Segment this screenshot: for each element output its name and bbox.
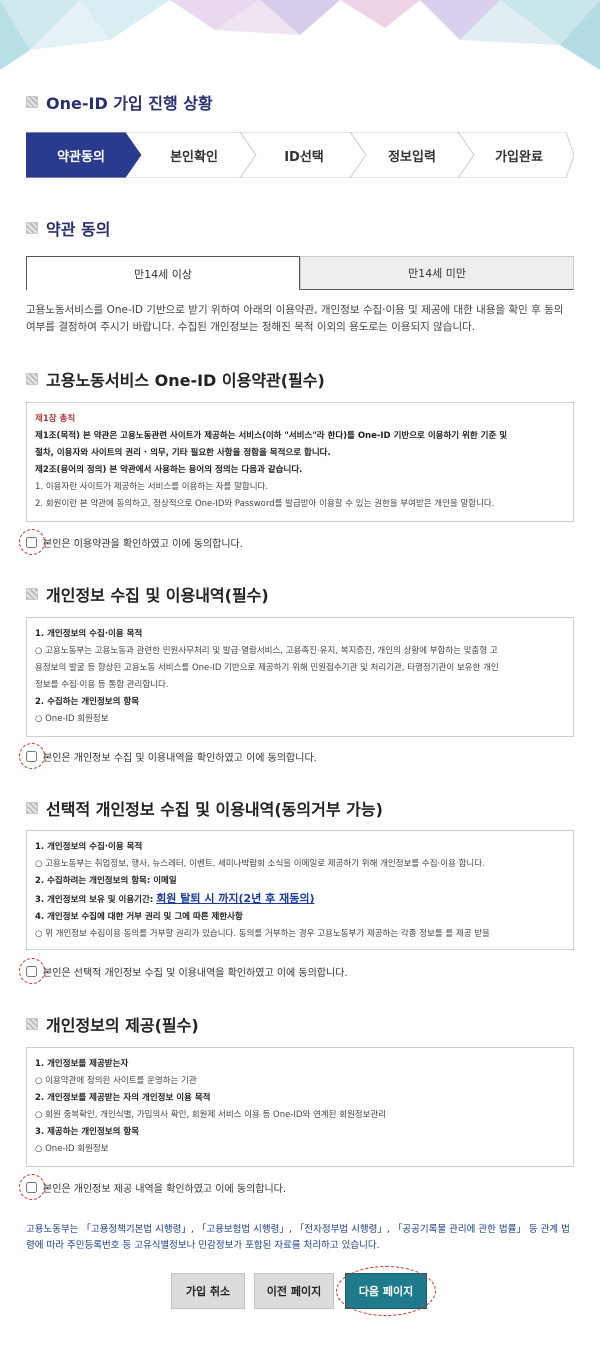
section4-title: 개인정보의 제공(필수) (46, 1016, 199, 1035)
section-bullet-icon (26, 222, 38, 234)
terms-line: 2. 수집하는 개인정보의 항목 (35, 697, 140, 707)
terms-line: ○ 회원 중복확인, 개인식별, 가입의사 확인, 회원제 서비스 이용 등 O… (35, 1110, 387, 1120)
legal-notice: 고용노동부는 「고용정책기본법 시행령」, 「고용보험법 시행령」, 「전자정부… (26, 1224, 570, 1251)
privacy-collection-box[interactable]: 1. 개인정보의 수집·이용 목적 ○ 고용노동부는 고용노동과 관련한 민원사… (26, 617, 574, 737)
section-bullet-icon (26, 802, 38, 814)
terms-line: 2. 개인정보를 제공받는 자의 개인정보 이용 목적 (35, 1093, 211, 1103)
age-tabs: 만14세 이상 만14세 미만 (26, 256, 574, 290)
terms-of-use-box[interactable]: 제1장 총칙 제1조(목적) 본 약관은 고용노동관련 사이트가 제공하는 서비… (26, 402, 574, 522)
step-terms: 약관동의 (57, 149, 105, 165)
cancel-button[interactable]: 가입 취소 (171, 1273, 245, 1309)
progress-heading: One-ID 가입 진행 상황 (26, 90, 213, 114)
tab-age-14-over[interactable]: 만14세 이상 (26, 256, 300, 290)
agree-terms-label: 본인은 이용약관을 확인하였고 이에 동의합니다. (43, 539, 243, 550)
step-info-input: 정보입력 (388, 149, 436, 165)
terms-line: 3. 개인정보의 보유 및 이용기간: 회원 탈퇴 시 까지(2년 후 재동의) (35, 890, 565, 909)
section4-heading: 개인정보의 제공(필수) (26, 1012, 199, 1036)
section-bullet-icon (26, 96, 38, 108)
section3-title: 선택적 개인정보 수집 및 이용내역(동의거부 가능) (46, 800, 383, 819)
agree-provision-checkbox[interactable] (26, 1182, 37, 1193)
retention-period-link[interactable]: 회원 탈퇴 시 까지(2년 후 재동의) (156, 892, 314, 905)
header-banner (0, 0, 600, 70)
step-identity: 본인확인 (170, 149, 218, 165)
terms-line: 2. 회원이란 본 약관에 동의하고, 정상적으로 One-ID와 Passwo… (35, 499, 495, 509)
section1-title: 고용노동서비스 One-ID 이용약관(필수) (46, 371, 325, 390)
terms-line: 1. 이용자란 사이트가 제공하는 서비스를 이용하는 자를 말합니다. (35, 482, 269, 492)
terms-line: 정보를 수집·이용 등 통합 관리합니다. (35, 680, 169, 690)
terms-line: ○ 위 개인정보 수집이용 동의를 거부할 권리가 있습니다. 동의를 거부하는… (35, 929, 490, 939)
terms-line: ○ 고용노동부는 취업정보, 행사, 뉴스레터, 이벤트, 세미나박람회 소식을… (35, 859, 485, 869)
terms-title: 약관 동의 (46, 220, 111, 239)
terms-line: 1. 개인정보를 제공받는자 (35, 1059, 129, 1069)
agree-terms-checkbox[interactable] (26, 537, 37, 548)
highlight-circle (336, 1266, 436, 1316)
agree-optional-row[interactable]: 본인은 선택적 개인정보 수집 및 이용내역을 확인하였고 이에 동의합니다. (26, 964, 348, 979)
section1-heading: 고용노동서비스 One-ID 이용약관(필수) (26, 367, 325, 391)
agree-privacy-checkbox[interactable] (26, 751, 37, 762)
terms-line: 제2조(용어의 정의) 본 약관에서 사용하는 용어의 정의는 다음과 같습니다… (35, 465, 303, 475)
section3-heading: 선택적 개인정보 수집 및 이용내역(동의거부 가능) (26, 796, 383, 820)
terms-line: 용정보의 발굴 등 향상된 고용노동 서비스를 One-ID 기반으로 제공하기… (35, 663, 499, 673)
optional-privacy-box[interactable]: 1. 개인정보의 수집·이용 목적 ○ 고용노동부는 취업정보, 행사, 뉴스레… (26, 830, 574, 950)
section2-title: 개인정보 수집 및 이용내역(필수) (46, 586, 269, 605)
terms-line: 3. 제공하는 개인정보의 항목 (35, 1127, 140, 1137)
section-bullet-icon (26, 373, 38, 385)
agree-provision-row[interactable]: 본인은 개인정보 제공 내역을 확인하였고 이에 동의합니다. (26, 1180, 286, 1195)
step-id-select: ID선택 (284, 149, 324, 165)
prev-page-button[interactable]: 이전 페이지 (254, 1273, 334, 1309)
step-complete: 가입완료 (495, 149, 543, 165)
terms-line: ○ 이용약관에 정의된 사이트를 운영하는 기관 (35, 1076, 197, 1086)
tab-age-14-under[interactable]: 만14세 미만 (300, 256, 574, 290)
intro-text: 고용노동서비스를 One-ID 기반으로 받기 위하여 아래의 이용약관, 개인… (26, 304, 564, 333)
section-bullet-icon (26, 1018, 38, 1030)
agree-optional-checkbox[interactable] (26, 966, 37, 977)
terms-line: 1. 개인정보의 수집·이용 목적 (35, 842, 143, 852)
agree-terms-row[interactable]: 본인은 이용약관을 확인하였고 이에 동의합니다. (26, 535, 243, 550)
terms-line: 절차, 이용자와 사이트의 권리 · 의무, 기타 필요한 사항을 정함을 목적… (35, 448, 331, 458)
agree-privacy-row[interactable]: 본인은 개인정보 수집 및 이용내역을 확인하였고 이에 동의합니다. (26, 749, 317, 764)
progress-title: One-ID 가입 진행 상황 (46, 94, 213, 113)
signup-steps: 약관동의 본인확인 ID선택 정보입력 가입완료 (26, 132, 574, 178)
terms-line: ○ One-ID 회원정보 (35, 1144, 109, 1154)
privacy-provision-box[interactable]: 1. 개인정보를 제공받는자 ○ 이용약관에 정의된 사이트를 운영하는 기관 … (26, 1047, 574, 1167)
retention-label: 3. 개인정보의 보유 및 이용기간: (35, 895, 157, 905)
agree-optional-label: 본인은 선택적 개인정보 수집 및 이용내역을 확인하였고 이에 동의합니다. (43, 968, 348, 979)
terms-line: 제1조(목적) 본 약관은 고용노동관련 사이트가 제공하는 서비스(이하 "서… (35, 431, 508, 441)
chapter-heading: 제1장 총칙 (35, 414, 76, 424)
terms-line: 4. 개인정보 수집에 대한 거부 권리 및 그에 따른 제한사항 (35, 912, 243, 922)
agree-privacy-label: 본인은 개인정보 수집 및 이용내역을 확인하였고 이에 동의합니다. (43, 753, 317, 764)
terms-line: ○ 고용노동부는 고용노동과 관련한 민원사무처리 및 발급·열람서비스, 고용… (35, 646, 498, 656)
section2-heading: 개인정보 수집 및 이용내역(필수) (26, 582, 269, 606)
terms-line: 2. 수집하려는 개인정보의 항목: 이메일 (35, 876, 177, 886)
section-bullet-icon (26, 588, 38, 600)
terms-line: ○ One-ID 회원정보 (35, 714, 109, 724)
terms-heading: 약관 동의 (26, 216, 110, 240)
terms-line: 1. 개인정보의 수집·이용 목적 (35, 629, 143, 639)
agree-provision-label: 본인은 개인정보 제공 내역을 확인하였고 이에 동의합니다. (43, 1184, 287, 1195)
